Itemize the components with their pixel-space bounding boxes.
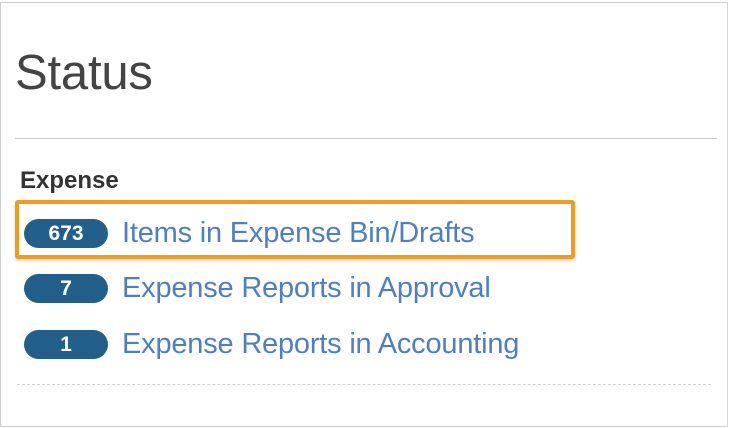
status-panel: Status Expense 673 Items in Expense Bin/…: [0, 2, 728, 427]
approval-count-badge: 7: [24, 273, 108, 303]
expense-bin-drafts-count-badge: 673: [24, 218, 108, 248]
page-title: Status: [15, 46, 153, 100]
section-dashed-divider: [17, 384, 711, 385]
expense-reports-approval-row: 7 Expense Reports in Approval: [24, 271, 491, 305]
expense-reports-accounting-row: 1 Expense Reports in Accounting: [24, 327, 519, 361]
expense-bin-drafts-link[interactable]: Items in Expense Bin/Drafts: [122, 216, 475, 250]
accounting-count-badge: 1: [24, 329, 108, 359]
expense-bin-drafts-row: 673 Items in Expense Bin/Drafts: [24, 216, 475, 250]
title-divider: [15, 138, 717, 139]
expense-reports-accounting-link[interactable]: Expense Reports in Accounting: [122, 327, 519, 361]
expense-reports-approval-link[interactable]: Expense Reports in Approval: [122, 271, 491, 305]
expense-section-label: Expense: [20, 167, 119, 194]
